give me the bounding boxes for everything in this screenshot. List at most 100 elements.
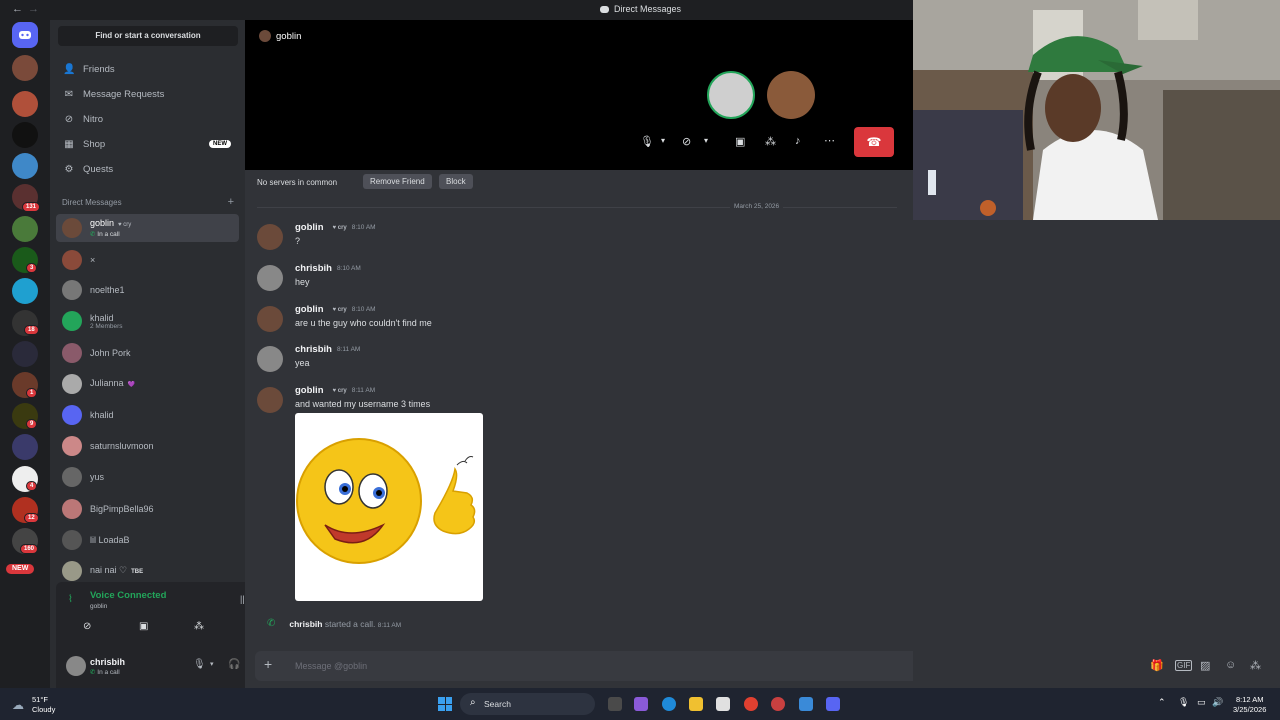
dm-item[interactable]: Julianna 💜 bbox=[56, 370, 239, 398]
copilot-icon[interactable] bbox=[634, 697, 648, 711]
task-view-icon[interactable] bbox=[608, 697, 622, 711]
activities-icon[interactable]: ⁂ bbox=[765, 135, 776, 148]
clock-date[interactable]: 3/25/2026 bbox=[1233, 705, 1266, 714]
screenshare-button[interactable]: ▣ bbox=[139, 621, 148, 632]
dm-item[interactable]: × bbox=[56, 246, 239, 274]
gif-icon[interactable]: GIF bbox=[1175, 660, 1193, 671]
avatar[interactable] bbox=[257, 224, 283, 250]
thinking-emoji-image bbox=[296, 438, 476, 564]
avatar[interactable] bbox=[257, 387, 283, 413]
more-options-icon[interactable]: ⋯ bbox=[824, 134, 835, 147]
chevron-down-icon[interactable]: ▾ bbox=[210, 660, 214, 668]
image-attachment[interactable] bbox=[295, 413, 483, 601]
dm-item[interactable]: noelthe1 bbox=[56, 276, 239, 304]
participant-avatar[interactable] bbox=[767, 71, 815, 119]
server-icon[interactable] bbox=[12, 278, 38, 304]
chrome-icon[interactable] bbox=[744, 697, 758, 711]
clan-tag: TBE bbox=[131, 569, 144, 575]
windows-start-icon[interactable] bbox=[438, 697, 452, 711]
phone-icon: ✆ bbox=[90, 231, 96, 238]
file-explorer-icon[interactable] bbox=[689, 697, 703, 711]
server-icon[interactable] bbox=[12, 216, 38, 242]
participant-avatar[interactable] bbox=[707, 71, 755, 119]
server-icon[interactable] bbox=[12, 434, 38, 460]
server-icon[interactable] bbox=[12, 341, 38, 367]
weather-temp[interactable]: 51°F bbox=[32, 695, 48, 704]
microphone-tray-icon[interactable]: 🎙 bbox=[1178, 697, 1189, 708]
nav-message-requests[interactable]: ✉ Message Requests bbox=[56, 83, 239, 105]
discord-logo-icon bbox=[19, 31, 31, 39]
store-icon[interactable] bbox=[716, 697, 730, 711]
avatar[interactable] bbox=[257, 346, 283, 372]
chevron-down-icon[interactable]: ▾ bbox=[661, 136, 665, 145]
headphones-icon[interactable]: 🎧 bbox=[228, 659, 240, 670]
unread-badge: 131 bbox=[22, 202, 41, 212]
edge-icon[interactable] bbox=[662, 697, 676, 711]
author-name[interactable]: chrisbih bbox=[289, 619, 322, 629]
volume-icon[interactable]: 🔊 bbox=[1212, 697, 1223, 708]
clock-time[interactable]: 8:12 AM bbox=[1236, 695, 1264, 704]
gift-icon[interactable]: 🎁 bbox=[1150, 659, 1164, 672]
unread-badge: 12 bbox=[24, 513, 39, 523]
video-off-icon[interactable]: ⊘ bbox=[682, 135, 691, 148]
nav-quests[interactable]: ⚙ Quests bbox=[56, 158, 239, 180]
server-icon[interactable] bbox=[12, 91, 38, 117]
chevron-down-icon[interactable]: ▾ bbox=[704, 136, 708, 145]
remove-friend-button[interactable]: Remove Friend bbox=[363, 174, 432, 189]
screenshare-icon[interactable]: ▣ bbox=[735, 135, 745, 148]
server-icon[interactable] bbox=[12, 122, 38, 148]
avatar[interactable] bbox=[257, 306, 283, 332]
author-name[interactable]: goblin bbox=[295, 385, 324, 396]
avatar bbox=[62, 467, 82, 487]
username[interactable]: chrisbih bbox=[90, 657, 125, 667]
notepad-icon[interactable] bbox=[799, 697, 813, 711]
dm-item[interactable]: John Pork bbox=[56, 339, 239, 367]
hang-up-button[interactable]: ☎ bbox=[854, 127, 894, 157]
network-icon[interactable]: ▭ bbox=[1197, 697, 1206, 708]
home-discord-button[interactable] bbox=[12, 22, 38, 48]
activities-button[interactable]: ⁂ bbox=[194, 621, 204, 632]
user-avatar[interactable] bbox=[66, 656, 86, 676]
author-name[interactable]: chrisbih bbox=[295, 344, 332, 355]
find-conversation-button[interactable]: Find or start a conversation bbox=[58, 26, 238, 46]
dm-item[interactable]: saturnsluvmoon bbox=[56, 432, 239, 460]
author-name[interactable]: goblin bbox=[295, 222, 324, 233]
nav-friends[interactable]: 👤 Friends bbox=[56, 58, 239, 80]
avatar[interactable] bbox=[257, 265, 283, 291]
new-servers-pill[interactable]: NEW bbox=[5, 563, 36, 575]
dm-item[interactable]: yus bbox=[56, 463, 239, 491]
app-icon[interactable] bbox=[771, 697, 785, 711]
message-input[interactable]: Message @goblin bbox=[295, 661, 367, 671]
microphone-icon[interactable]: 🎙 bbox=[193, 659, 206, 670]
emoji-icon[interactable]: ☺ bbox=[1225, 659, 1236, 671]
back-arrow-icon[interactable]: ← bbox=[12, 3, 23, 15]
video-off-button[interactable]: ⊘ bbox=[83, 621, 91, 632]
microphone-icon[interactable]: 🎙 bbox=[640, 135, 654, 148]
server-icon[interactable] bbox=[12, 55, 38, 81]
dm-item[interactable]: khalid bbox=[56, 401, 239, 429]
create-dm-button[interactable]: + bbox=[228, 197, 234, 208]
nav-nitro[interactable]: ⊘ Nitro bbox=[56, 108, 239, 130]
dm-item[interactable]: lil LoadaB bbox=[56, 526, 239, 554]
soundboard-icon[interactable]: ♪ bbox=[795, 135, 801, 147]
author-name[interactable]: goblin bbox=[295, 304, 324, 315]
dm-item-goblin[interactable]: goblin ♥ cry ✆ In a call bbox=[56, 214, 239, 242]
call-header: goblin bbox=[259, 30, 301, 42]
voice-status[interactable]: Voice Connected bbox=[90, 590, 166, 601]
block-button[interactable]: Block bbox=[439, 174, 473, 189]
sticker-icon[interactable]: ▨ bbox=[1200, 659, 1210, 672]
dm-item[interactable]: BigPimpBella96 bbox=[56, 495, 239, 523]
taskbar-search[interactable]: ⌕ Search bbox=[460, 693, 595, 715]
author-name[interactable]: chrisbih bbox=[295, 263, 332, 274]
nav-shop[interactable]: ▦ Shop NEW bbox=[56, 133, 239, 155]
discord-taskbar-icon[interactable] bbox=[826, 697, 840, 711]
apps-icon[interactable]: ⁂ bbox=[1250, 659, 1261, 672]
chevron-up-icon[interactable]: ⌃ bbox=[1158, 697, 1166, 708]
forward-arrow-icon[interactable]: → bbox=[28, 3, 39, 15]
dm-item-group[interactable]: khalid 2 Members bbox=[56, 307, 239, 335]
dm-item[interactable]: nai nai ♡ TBE bbox=[56, 557, 239, 585]
voice-channel[interactable]: goblin bbox=[90, 603, 107, 610]
server-icon[interactable] bbox=[12, 153, 38, 179]
webcam-feed-image bbox=[913, 0, 1280, 220]
attach-plus-button[interactable]: + bbox=[264, 656, 272, 672]
